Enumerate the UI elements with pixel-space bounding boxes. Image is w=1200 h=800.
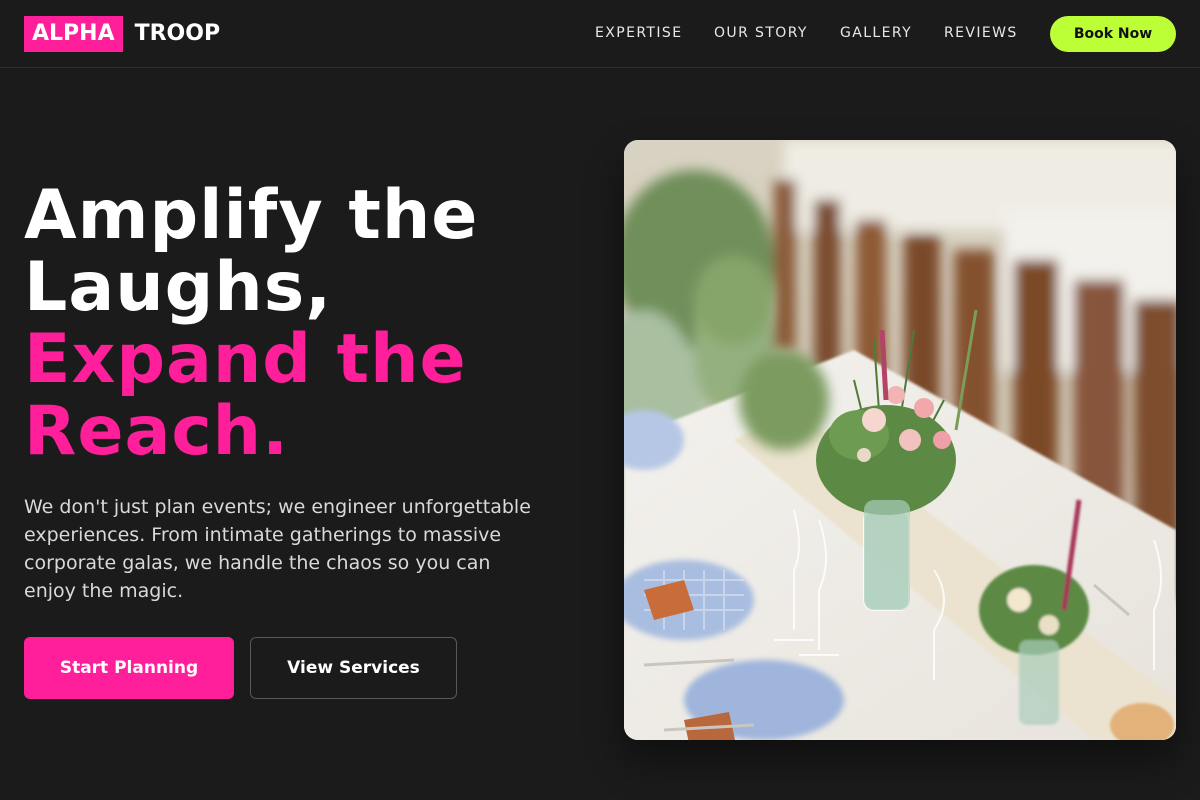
start-planning-button[interactable]: Start Planning [24, 637, 234, 699]
hero-image [624, 140, 1176, 740]
headline-line-1: Amplify the [24, 176, 479, 255]
banquet-table-photo [624, 140, 1176, 740]
view-services-button[interactable]: View Services [250, 637, 457, 699]
logo-word: TROOP [134, 21, 221, 46]
hero-description: We don't just plan events; we engineer u… [24, 496, 531, 602]
nav-link-our-story[interactable]: OUR STORY [714, 24, 808, 42]
nav-link-reviews[interactable]: REVIEWS [944, 24, 1018, 42]
headline-line-3: Expand the [24, 320, 467, 399]
brand-logo[interactable]: ALPHA TROOP [24, 16, 220, 52]
hero-headline: Amplify the Laughs, Expand the Reach. [24, 180, 584, 468]
logo-highlight: ALPHA [24, 16, 123, 52]
book-now-button[interactable]: Book Now [1050, 16, 1176, 52]
headline-line-4: Reach. [24, 392, 289, 471]
site-header: ALPHA TROOP EXPERTISE OUR STORY GALLERY … [0, 0, 1200, 68]
nav-link-expertise[interactable]: EXPERTISE [595, 24, 682, 42]
nav-link-gallery[interactable]: GALLERY [840, 24, 912, 42]
headline-line-2: Laughs, [24, 248, 333, 327]
